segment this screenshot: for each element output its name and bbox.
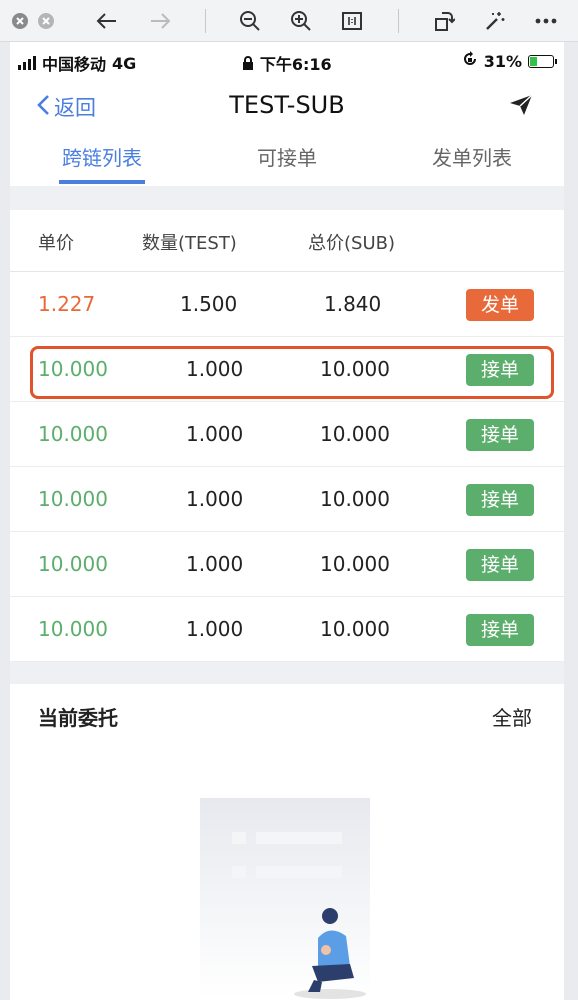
table-header: 单价 数量(TEST) 总价(SUB) xyxy=(10,210,564,272)
row-price: 1.227 xyxy=(38,292,96,316)
zoom-in-icon[interactable] xyxy=(287,7,315,35)
close-circle-icon[interactable] xyxy=(6,7,34,35)
row-price: 10.000 xyxy=(38,552,108,576)
section-divider xyxy=(10,186,564,210)
table-row: 10.000 1.000 10.000 接单 xyxy=(10,532,564,597)
take-order-button[interactable]: 接单 xyxy=(466,549,534,581)
close-circle-icon[interactable] xyxy=(32,7,60,35)
actual-size-icon[interactable] xyxy=(338,7,366,35)
more-icon[interactable] xyxy=(532,7,560,35)
take-order-button[interactable]: 接单 xyxy=(466,484,534,516)
row-qty: 1.500 xyxy=(180,292,238,316)
table-row: 1.227 1.500 1.840 发单 xyxy=(10,272,564,337)
arrow-right-icon[interactable] xyxy=(146,7,174,35)
send-icon[interactable] xyxy=(508,94,534,120)
row-total: 10.000 xyxy=(320,617,390,641)
tab-bar: 跨链列表 可接单 发单列表 xyxy=(10,138,564,186)
magic-wand-icon[interactable] xyxy=(481,7,509,35)
battery-icon xyxy=(528,54,557,68)
header-qty: 数量(TEST) xyxy=(142,233,237,254)
row-price: 10.000 xyxy=(38,617,108,641)
arrow-left-icon[interactable] xyxy=(93,7,121,35)
toolbar-divider xyxy=(398,9,399,33)
row-price: 10.000 xyxy=(38,487,108,511)
tab-active-indicator xyxy=(59,180,145,184)
table-row: 10.000 1.000 10.000 接单 xyxy=(10,467,564,532)
viewer-toolbar xyxy=(0,0,578,42)
tab-order-list[interactable]: 发单列表 xyxy=(424,142,520,171)
entrust-all-link[interactable]: 全部 xyxy=(492,702,532,731)
phone-screen: 中国移动 4G 下午6:16 31% 返回 TEST-SUB 跨链列表 可接单 … xyxy=(10,42,564,1000)
battery-percent: 31% xyxy=(483,51,522,71)
take-order-button[interactable]: 接单 xyxy=(466,614,534,646)
status-bar: 中国移动 4G 下午6:16 31% xyxy=(10,42,564,80)
header-price: 单价 xyxy=(38,233,74,254)
toolbar-divider xyxy=(205,9,206,33)
table-row: 10.000 1.000 10.000 接单 xyxy=(10,402,564,467)
row-qty: 1.000 xyxy=(186,422,244,446)
row-qty: 1.000 xyxy=(186,552,244,576)
nav-bar: 返回 TEST-SUB xyxy=(10,82,564,132)
row-total: 10.000 xyxy=(320,422,390,446)
highlight-box xyxy=(30,346,554,399)
row-price: 10.000 xyxy=(38,422,108,446)
page-title: TEST-SUB xyxy=(229,91,345,119)
orientation-lock-icon xyxy=(462,51,478,71)
row-qty: 1.000 xyxy=(186,487,244,511)
empty-state-illustration xyxy=(200,798,380,1000)
current-entrust-section: 当前委托 全部 xyxy=(10,682,564,742)
tab-takeable[interactable]: 可接单 xyxy=(242,142,332,171)
row-total: 1.840 xyxy=(324,292,382,316)
row-qty: 1.000 xyxy=(186,617,244,641)
table-row: 10.000 1.000 10.000 接单 xyxy=(10,597,564,662)
take-order-button[interactable]: 接单 xyxy=(466,419,534,451)
entrust-title: 当前委托 xyxy=(38,706,118,730)
rotate-icon[interactable] xyxy=(430,7,458,35)
section-divider xyxy=(10,662,564,684)
row-total: 10.000 xyxy=(320,552,390,576)
time-label: 下午6:16 xyxy=(259,55,332,74)
tab-cross-chain-list[interactable]: 跨链列表 xyxy=(59,142,145,171)
header-total: 总价(SUB) xyxy=(308,233,395,254)
place-order-button[interactable]: 发单 xyxy=(466,289,534,321)
lock-icon xyxy=(242,56,254,75)
row-total: 10.000 xyxy=(320,487,390,511)
zoom-out-icon[interactable] xyxy=(236,7,264,35)
